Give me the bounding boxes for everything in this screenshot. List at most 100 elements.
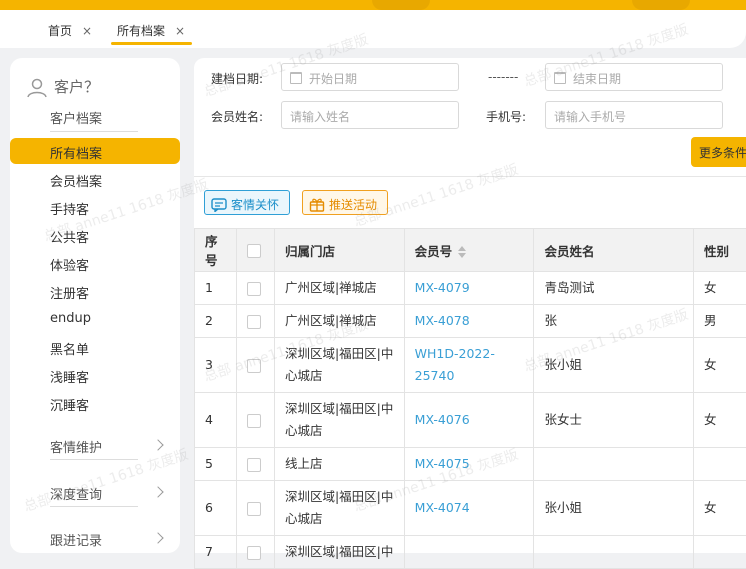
cell-gender: 女 [694, 481, 746, 536]
phone-input[interactable]: 请输入手机号 [545, 101, 723, 129]
table-row[interactable]: 4 深圳区域|福田区|中心城店 MX-4076 张女士 女 [195, 393, 746, 448]
cell-index: 7 [195, 536, 237, 569]
table-row[interactable]: 1 广州区域|禅城店 MX-4079 青岛测试 女 [195, 272, 746, 305]
col-header-select [236, 229, 274, 272]
cell-name: 张小姐 [534, 481, 694, 536]
cell-gender: 女 [694, 272, 746, 305]
name-input[interactable]: 请输入姓名 [281, 101, 459, 129]
sidebar-group-followup[interactable]: 跟进记录 [50, 530, 102, 549]
cell-name: 张女士 [534, 393, 694, 448]
start-date-placeholder: 开始日期 [309, 72, 357, 86]
sidebar-item-trial[interactable]: 体验客 [50, 255, 89, 274]
col-header-gender: 性别 [694, 229, 746, 272]
active-tab-indicator [111, 42, 192, 45]
cell-index: 5 [195, 448, 237, 481]
sidebar-item-all-archives[interactable]: 所有档案 [50, 143, 102, 162]
divider [194, 176, 746, 177]
sidebar: 客户？ 客户档案 所有档案 会员档案 手持客 公共客 体验客 注册客 endup… [10, 58, 180, 553]
cell-gender: 女 [694, 393, 746, 448]
cell-member-no-link[interactable]: MX-4074 [404, 481, 534, 536]
sidebar-item-member-archives[interactable]: 会员档案 [50, 171, 102, 190]
customer-care-label: 客情关怀 [231, 198, 279, 212]
sidebar-item-light-sleep[interactable]: 浅睡客 [50, 367, 89, 386]
cell-index: 4 [195, 393, 237, 448]
sort-icon[interactable] [458, 246, 466, 258]
cell-member-no-link[interactable]: MX-4076 [404, 393, 534, 448]
cell-select [236, 272, 274, 305]
row-checkbox[interactable] [247, 359, 261, 373]
phone-placeholder: 请输入手机号 [554, 110, 626, 124]
date-label: 建档日期: [211, 70, 263, 87]
message-icon [211, 198, 227, 212]
end-date-input[interactable]: 结束日期 [545, 63, 723, 91]
table-row[interactable]: 7 深圳区域|福田区|中 [195, 536, 746, 569]
date-range-separator: ------- [488, 70, 518, 84]
sidebar-group-care[interactable]: 客情维护 [50, 437, 102, 456]
row-checkbox[interactable] [247, 414, 261, 428]
more-conditions-button[interactable]: 更多条件 [691, 137, 746, 167]
top-bar-decoration [372, 0, 430, 10]
tab-label: 所有档案 [117, 24, 165, 38]
sidebar-item-blacklist[interactable]: 黑名单 [50, 339, 89, 358]
top-accent-bar [0, 0, 746, 10]
cell-select [236, 393, 274, 448]
top-bar-decoration [632, 0, 690, 10]
table-row[interactable]: 6 深圳区域|福田区|中心城店 MX-4074 张小姐 女 [195, 481, 746, 536]
sidebar-group-deep-query[interactable]: 深度查询 [50, 484, 102, 503]
chevron-right-icon[interactable] [152, 532, 163, 543]
sidebar-item-deep-sleep[interactable]: 沉睡客 [50, 395, 89, 414]
cell-select [236, 305, 274, 338]
chevron-right-icon[interactable] [152, 439, 163, 450]
row-checkbox[interactable] [247, 315, 261, 329]
cell-name [534, 448, 694, 481]
start-date-input[interactable]: 开始日期 [281, 63, 459, 91]
chevron-right-icon[interactable] [152, 486, 163, 497]
col-header-store: 归属门店 [274, 229, 404, 272]
cell-name: 青岛测试 [534, 272, 694, 305]
name-label: 会员姓名: [211, 108, 263, 125]
cell-select [236, 481, 274, 536]
cell-member-no-link[interactable]: MX-4075 [404, 448, 534, 481]
select-all-checkbox[interactable] [247, 244, 261, 258]
cell-select [236, 448, 274, 481]
row-checkbox[interactable] [247, 546, 261, 560]
row-checkbox[interactable] [247, 458, 261, 472]
cell-index: 1 [195, 272, 237, 305]
sidebar-item-handheld[interactable]: 手持客 [50, 199, 89, 218]
user-label: 客户？ [54, 78, 99, 96]
table-row[interactable]: 2 广州区域|禅城店 MX-4078 张 男 [195, 305, 746, 338]
col-header-member-no[interactable]: 会员号 [404, 229, 534, 272]
table-row[interactable]: 5 线上店 MX-4075 [195, 448, 746, 481]
cell-member-no-link[interactable]: WH1D-2022-25740 [404, 338, 534, 393]
cell-gender [694, 448, 746, 481]
close-icon[interactable]: × [175, 24, 185, 38]
gift-icon [309, 197, 325, 212]
user-icon [26, 77, 48, 99]
sidebar-user-header[interactable]: 客户？ [26, 76, 99, 99]
divider [50, 506, 138, 507]
cell-member-no-link[interactable]: MX-4078 [404, 305, 534, 338]
sidebar-item-endup[interactable]: endup [50, 311, 91, 326]
cell-index: 2 [195, 305, 237, 338]
push-activity-button[interactable]: 推送活动 [302, 190, 388, 215]
cell-member-no-link[interactable]: MX-4079 [404, 272, 534, 305]
cell-member-no-link[interactable] [404, 536, 534, 569]
sidebar-item-public[interactable]: 公共客 [50, 227, 89, 246]
cell-store: 深圳区域|福田区|中 [274, 536, 404, 569]
row-checkbox[interactable] [247, 282, 261, 296]
close-icon[interactable]: × [82, 24, 92, 38]
tab-home[interactable]: 首页× [48, 22, 92, 39]
cell-index: 3 [195, 338, 237, 393]
row-checkbox[interactable] [247, 502, 261, 516]
end-date-placeholder: 结束日期 [573, 72, 621, 86]
calendar-icon [554, 72, 566, 84]
cell-store: 深圳区域|福田区|中心城店 [274, 338, 404, 393]
table-header-row: 序号 归属门店 会员号 会员姓名 性别 [195, 229, 746, 272]
cell-name: 张 [534, 305, 694, 338]
sidebar-item-registered[interactable]: 注册客 [50, 283, 89, 302]
tab-all-archives[interactable]: 所有档案 × [117, 22, 185, 39]
table-row[interactable]: 3 深圳区域|福田区|中心城店 WH1D-2022-25740 张小姐 女 [195, 338, 746, 393]
cell-name: 张小姐 [534, 338, 694, 393]
cell-name [534, 536, 694, 569]
customer-care-button[interactable]: 客情关怀 [204, 190, 290, 215]
